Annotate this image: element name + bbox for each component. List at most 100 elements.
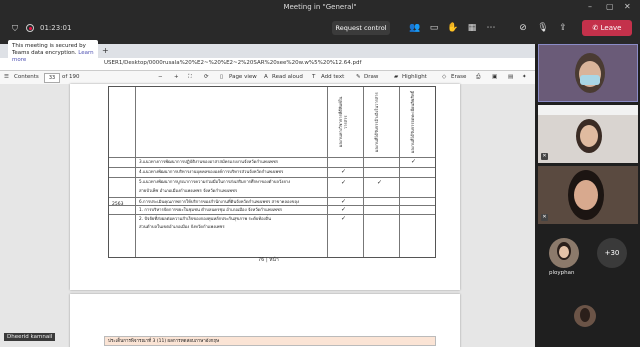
table-divider	[109, 157, 435, 158]
table-cell: ส่วนตำบลในเขตอำเภอเมือง จังหวัดกำแพงเพชร	[139, 224, 225, 229]
page-number-input[interactable]: 33	[44, 73, 60, 83]
table-divider	[109, 214, 435, 215]
shared-screen: + USER1/Desktop/0000rusala%20%E2~%20%E2~…	[0, 44, 535, 347]
encryption-tooltip: This meeting is secured by Teams data en…	[8, 40, 98, 68]
table-divider	[109, 177, 435, 178]
people-icon[interactable]: 👥	[409, 22, 421, 34]
rooms-icon[interactable]: ▦	[466, 22, 478, 34]
meeting-top-bar: Meeting in "General" – ▢ ✕ ⛉ 01:23:01 Re…	[0, 0, 640, 44]
highlight-icon[interactable]: ▰	[394, 74, 398, 80]
table-divider	[109, 167, 435, 168]
page-view-button[interactable]: Page view	[229, 74, 257, 80]
pin-icon[interactable]: ✦	[522, 74, 527, 80]
close-window-icon[interactable]: ✕	[624, 2, 631, 11]
zoom-in-button[interactable]: +	[174, 74, 179, 80]
pdf-toolbar: ☰ Contents 33 of 190 − + ⛶ ⟳ ▯ Page view…	[0, 71, 535, 85]
read-aloud-icon[interactable]: A	[264, 74, 268, 80]
fit-icon[interactable]: ⛶	[188, 74, 192, 81]
check-mark-icon: ✓	[341, 198, 347, 205]
recording-icon	[26, 24, 34, 32]
draw-button[interactable]: Draw	[364, 74, 378, 80]
tooltip-text: This meeting is secured by Teams data en…	[12, 43, 86, 56]
banner-graphic	[538, 105, 638, 115]
page-view-icon[interactable]: ▯	[220, 74, 223, 80]
page-number: 76 | หน้า	[258, 257, 279, 263]
participant-video-tile[interactable]	[538, 44, 638, 102]
table-divider	[109, 205, 435, 206]
table-divider	[327, 87, 328, 257]
table-divider	[135, 87, 136, 257]
participant-name: ployphan	[549, 270, 575, 276]
check-mark-icon: ✓	[341, 179, 347, 186]
pdf-page: ประเด็นการพิจารณาที่ 3 (11) ผลการทดสอบภา…	[70, 294, 460, 347]
draw-icon[interactable]: ✎	[356, 74, 361, 80]
share-icon[interactable]: ⇪	[557, 22, 569, 34]
check-mark-icon: ✓	[377, 179, 383, 186]
table-cell: 4.แนวทางพัฒนาการบริหารงานบุคคลขององค์การ…	[139, 169, 284, 174]
zoom-out-button[interactable]: −	[158, 74, 163, 80]
erase-icon[interactable]: ◇	[442, 74, 446, 80]
window-title: Meeting in "General"	[283, 3, 357, 11]
erase-button[interactable]: Erase	[451, 74, 466, 80]
minimize-icon[interactable]: –	[588, 2, 592, 11]
pdf-viewer[interactable]: ผลงานทางวิชาการที่ตีพิมพ์ในวารสาร ผลงานท…	[0, 84, 535, 347]
print-icon[interactable]: ⎙	[476, 74, 480, 81]
avatar-hair	[580, 308, 590, 322]
participant-avatar[interactable]	[549, 238, 579, 268]
leave-button[interactable]: ✆ Leave	[582, 20, 632, 36]
url-text: USER1/Desktop/0000rusala%20%E2~%20%E2~2%…	[104, 60, 362, 66]
table-cell: 6.การประเมินคุณภาพการให้บริการของสำนักงา…	[139, 199, 300, 204]
mic-off-icon: ✕	[541, 214, 548, 221]
contents-button[interactable]: Contents	[14, 74, 39, 80]
highlight-button[interactable]: Highlight	[402, 74, 427, 80]
participant-video-tile[interactable]: ✕	[538, 166, 638, 224]
table-cell: 1. การบริหารจัดการขยะในชุมชน ตำบลนครชุม …	[139, 207, 282, 212]
read-aloud-button[interactable]: Read aloud	[272, 74, 303, 80]
more-participants-button[interactable]: +30	[597, 238, 627, 268]
chat-icon[interactable]: ▭	[428, 22, 440, 34]
add-text-button[interactable]: Add text	[321, 74, 344, 80]
more-actions-icon[interactable]: ⋯	[485, 22, 497, 34]
save-icon[interactable]: ▣	[492, 74, 497, 80]
leave-label: Leave	[600, 24, 622, 32]
column-header: ผลงานที่ได้รับการจดทะเบียนลิขสิทธิ์	[410, 91, 415, 153]
camera-off-icon[interactable]: ⊘	[517, 22, 529, 34]
meeting-timer: 01:23:01	[40, 24, 72, 32]
mask	[580, 75, 600, 85]
document-table: ผลงานทางวิชาการที่ตีพิมพ์ในวารสาร ผลงานท…	[108, 86, 436, 258]
check-mark-icon: ✓	[341, 206, 347, 213]
table-cell: 5.แนวทางพัฒนาการบูรณาการความร่วมมือในการ…	[139, 179, 291, 184]
rotate-icon[interactable]: ⟳	[204, 74, 209, 80]
pdf-page: ผลงานทางวิชาการที่ตีพิมพ์ในวารสาร ผลงานท…	[70, 84, 460, 290]
page-total: of 190	[62, 74, 80, 80]
check-mark-icon: ✓	[411, 158, 417, 165]
column-header: ผลงานที่ได้รับการอ้างอิงในวารสาร	[374, 92, 379, 152]
participant-video-tile[interactable]: ✕	[538, 105, 638, 163]
avatar-face	[559, 246, 569, 258]
table-cell: 3.แนวทางการพัฒนาการปฏิบัติงานของอาสาสมัค…	[139, 159, 279, 164]
check-mark-icon: ✓	[341, 168, 347, 175]
table-cell: 2. ปัจจัยที่ส่งผลต่อความสำเร็จของกองทุนห…	[139, 216, 272, 221]
table-divider	[399, 87, 400, 257]
shield-icon[interactable]: ⛉	[12, 24, 18, 34]
table-cell: สายบัวเพ็ช อำเภอเมืองกำแพงเพชร จังหวัดกำ…	[139, 188, 238, 193]
mic-off-icon: ✕	[541, 153, 548, 160]
year-cell: 2563	[112, 202, 124, 207]
participant-face	[580, 125, 598, 147]
add-text-icon[interactable]: T	[312, 74, 315, 80]
check-mark-icon: ✓	[341, 215, 347, 222]
mic-icon[interactable]: 🎙	[537, 22, 549, 34]
table-divider	[363, 87, 364, 257]
contents-icon[interactable]: ☰	[4, 74, 9, 80]
column-header: ผลงานทางวิชาการที่ตีพิมพ์ในวารสาร	[338, 96, 348, 148]
table-divider	[109, 197, 435, 198]
section-heading: ประเด็นการพิจารณาที่ 3 (11) ผลการทดสอบภา…	[104, 336, 436, 346]
raise-hand-icon[interactable]: ✋	[447, 22, 459, 34]
save-as-icon[interactable]: ▤	[508, 74, 513, 80]
participant-avatar[interactable]	[574, 305, 596, 327]
participant-face	[574, 180, 598, 210]
maximize-icon[interactable]: ▢	[606, 2, 614, 11]
presenter-name-label: Dheerid kamnail	[4, 333, 56, 341]
request-control-button[interactable]: Request control	[332, 21, 390, 35]
new-tab-icon[interactable]: +	[102, 46, 109, 55]
